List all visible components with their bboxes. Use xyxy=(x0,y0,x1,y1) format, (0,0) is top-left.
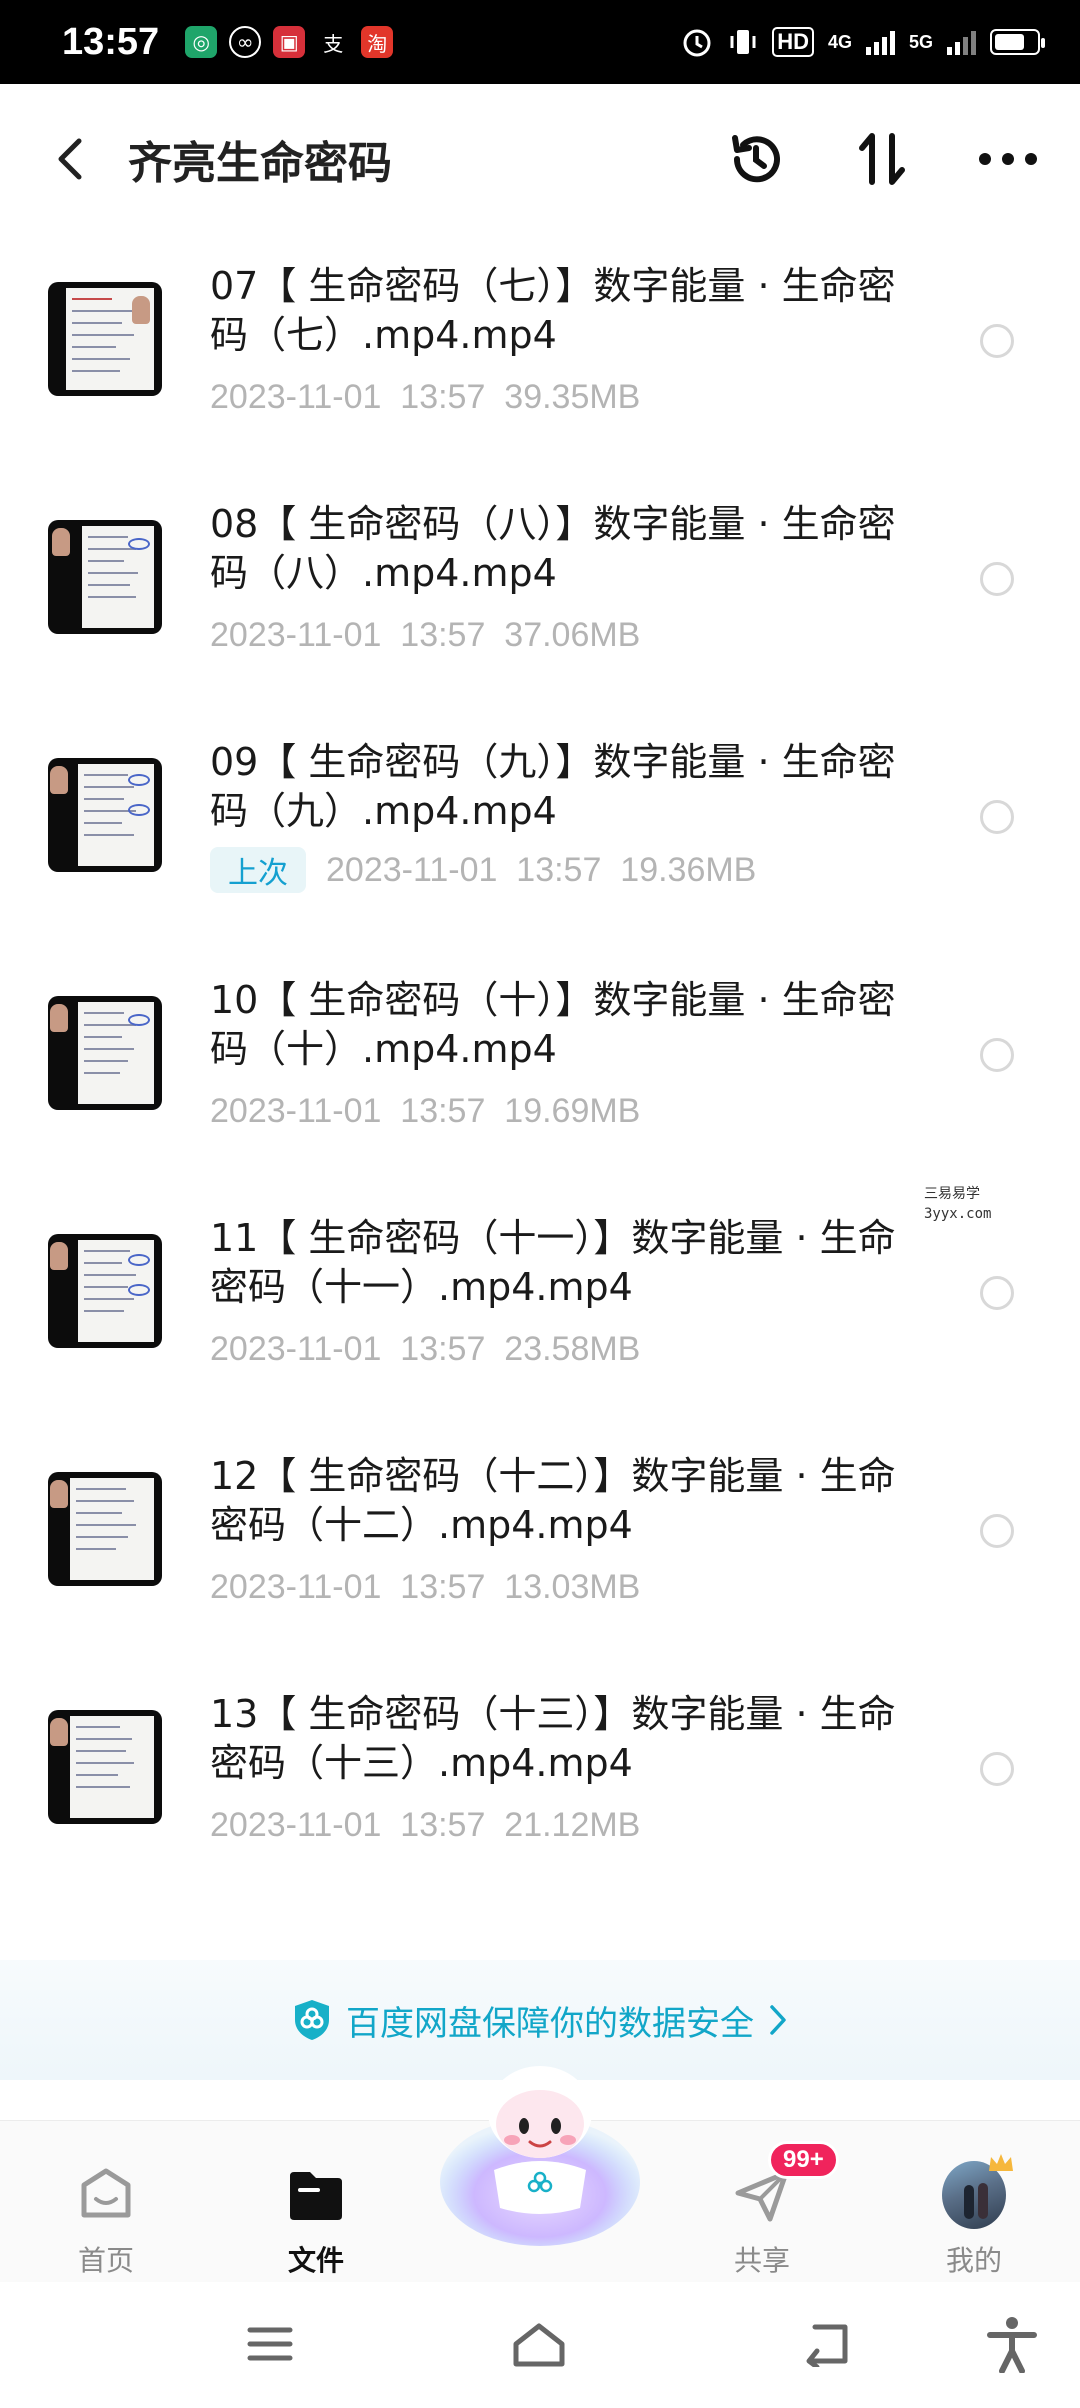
file-row[interactable]: 12【 生命密码（十二）】数字能量 · 生命密码（十二）.mp4.mp4 202… xyxy=(0,1424,1080,1662)
select-checkbox[interactable] xyxy=(980,562,1014,596)
file-meta: 2023-11-01 13:57 23.58MB xyxy=(210,1330,640,1369)
file-meta: 2023-11-01 13:57 39.35MB xyxy=(210,378,640,417)
select-checkbox[interactable] xyxy=(980,1514,1014,1548)
watermark: 三易易学 3yyx.com xyxy=(918,1180,998,1228)
back-nav-icon[interactable] xyxy=(790,2308,862,2380)
menu-icon[interactable] xyxy=(234,2308,306,2380)
video-thumbnail xyxy=(48,1234,162,1348)
more-icon[interactable] xyxy=(976,127,1040,191)
signal-4g-icon xyxy=(865,29,895,55)
file-row[interactable]: 09【 生命密码（九）】数字能量 · 生命密码（九）.mp4.mp4 上次 20… xyxy=(0,710,1080,948)
ai-assistant-mascot-button[interactable] xyxy=(430,2052,650,2252)
sort-icon[interactable] xyxy=(850,127,914,191)
battery-icon xyxy=(990,29,1045,55)
header: 齐亮生命密码 xyxy=(0,84,1080,234)
file-row[interactable]: 10【 生命密码（十）】数字能量 · 生命密码（十）.mp4.mp4 2023-… xyxy=(0,948,1080,1186)
file-meta: 2023-11-01 13:57 19.69MB xyxy=(210,1092,640,1131)
file-size: 19.36MB xyxy=(620,850,757,889)
app-red-icon: ▣ xyxy=(273,26,306,58)
status-time: 13:57 xyxy=(62,20,160,63)
file-date: 2023-11-01 13:57 xyxy=(210,1806,486,1844)
file-name: 12【 生命密码（十二）】数字能量 · 生命密码（十二）.mp4.mp4 xyxy=(210,1454,896,1547)
file-name: 09【 生命密码（九）】数字能量 · 生命密码（九）.mp4.mp4 xyxy=(210,740,896,833)
vibrate-icon xyxy=(730,30,756,54)
select-checkbox[interactable] xyxy=(980,324,1014,358)
file-date: 2023-11-01 13:57 xyxy=(210,378,486,416)
file-meta: 2023-11-01 13:57 21.12MB xyxy=(210,1806,640,1845)
video-thumbnail xyxy=(48,758,162,872)
back-icon[interactable] xyxy=(52,138,88,180)
status-bar: 13:57 ◎ ∞ ▣ 支 淘 HD 4G 5G xyxy=(0,0,1080,84)
tab-share-label: 共享 xyxy=(733,2244,790,2277)
file-name: 13【 生命密码（十三）】数字能量 · 生命密码（十三）.mp4.mp4 xyxy=(210,1692,896,1785)
video-thumbnail xyxy=(48,996,162,1110)
security-text: 百度网盘保障你的数据安全 xyxy=(346,2003,754,2044)
paper-plane-icon: 99+ xyxy=(730,2141,839,2227)
file-name: 10【 生命密码（十）】数字能量 · 生命密码（十）.mp4.mp4 xyxy=(210,978,896,1071)
signal-5g-icon xyxy=(947,29,976,55)
file-list: 07【 生命密码（七）】数字能量 · 生命密码（七）.mp4.mp4 2023-… xyxy=(0,234,1080,1900)
app-green-icon: ◎ xyxy=(185,26,218,58)
taobao-icon: 淘 xyxy=(361,26,394,58)
select-checkbox[interactable] xyxy=(980,800,1014,834)
shield-icon xyxy=(295,2000,329,2040)
video-thumbnail xyxy=(48,1472,162,1586)
file-row[interactable]: 13【 生命密码（十三）】数字能量 · 生命密码（十三）.mp4.mp4 202… xyxy=(0,1662,1080,1900)
file-size: 21.12MB xyxy=(504,1806,641,1844)
system-navigation-bar xyxy=(0,2282,1080,2408)
alipay-icon: 支 xyxy=(317,26,350,58)
file-row[interactable]: 07【 生命密码（七）】数字能量 · 生命密码（七）.mp4.mp4 2023-… xyxy=(0,234,1080,472)
file-meta: 2023-11-01 13:57 13.03MB xyxy=(210,1568,640,1607)
history-icon[interactable] xyxy=(724,127,788,191)
tab-home[interactable]: 首页 xyxy=(26,2121,186,2283)
4g-label: 4G xyxy=(827,31,852,52)
select-checkbox[interactable] xyxy=(980,1752,1014,1786)
file-meta: 上次 2023-11-01 13:57 19.36MB xyxy=(210,847,756,893)
select-checkbox[interactable] xyxy=(980,1038,1014,1072)
file-name: 11【 生命密码（十一）】数字能量 · 生命密码（十一）.mp4.mp4 xyxy=(210,1216,896,1309)
file-size: 19.69MB xyxy=(504,1092,641,1130)
5g-label: 5G xyxy=(908,31,933,52)
video-thumbnail xyxy=(48,1710,162,1824)
home-face-icon xyxy=(74,2163,138,2227)
tab-files-label: 文件 xyxy=(287,2244,344,2277)
file-date: 2023-11-01 13:57 xyxy=(210,1330,486,1368)
avatar xyxy=(942,2154,1013,2229)
watermark-line2: 3yyx.com xyxy=(924,1206,992,1222)
chevron-right-icon xyxy=(770,2005,786,2035)
status-app-icons: ◎ ∞ ▣ 支 淘 xyxy=(185,26,394,58)
file-date: 2023-11-01 13:57 xyxy=(210,1568,486,1606)
tab-me[interactable]: 我的 xyxy=(894,2121,1054,2283)
page-title: 齐亮生命密码 xyxy=(128,138,392,189)
tab-me-label: 我的 xyxy=(945,2244,1002,2277)
file-size: 39.35MB xyxy=(504,378,641,416)
file-row[interactable]: 08【 生命密码（八）】数字能量 · 生命密码（八）.mp4.mp4 2023-… xyxy=(0,472,1080,710)
file-meta: 2023-11-01 13:57 37.06MB xyxy=(210,616,640,655)
file-date: 2023-11-01 13:57 xyxy=(326,850,602,889)
last-played-badge: 上次 xyxy=(210,847,306,893)
tab-home-label: 首页 xyxy=(77,2244,134,2277)
video-thumbnail xyxy=(48,282,162,396)
watermark-line1: 三易易学 xyxy=(924,1186,980,1202)
file-size: 37.06MB xyxy=(504,616,641,654)
file-date: 2023-11-01 13:57 xyxy=(210,616,486,654)
accessibility-icon[interactable] xyxy=(976,2308,1048,2380)
crown-icon xyxy=(989,2154,1013,2171)
file-date: 2023-11-01 13:57 xyxy=(210,1092,486,1130)
alarm-icon xyxy=(683,29,711,57)
file-size: 13.03MB xyxy=(504,1568,641,1606)
tab-share[interactable]: 99+ 共享 xyxy=(682,2121,842,2283)
share-count-badge: 99+ xyxy=(768,2141,839,2179)
hd-label: HD xyxy=(772,27,814,57)
app-swirl-icon: ∞ xyxy=(229,26,262,58)
file-name: 07【 生命密码（七）】数字能量 · 生命密码（七）.mp4.mp4 xyxy=(210,264,896,357)
select-checkbox[interactable] xyxy=(980,1276,1014,1310)
file-name: 08【 生命密码（八）】数字能量 · 生命密码（八）.mp4.mp4 xyxy=(210,502,896,595)
folder-icon xyxy=(284,2163,348,2227)
file-size: 23.58MB xyxy=(504,1330,641,1368)
tab-files[interactable]: 文件 xyxy=(236,2121,396,2283)
status-indicators: HD 4G 5G xyxy=(680,25,1045,59)
home-icon[interactable] xyxy=(503,2308,575,2380)
video-thumbnail xyxy=(48,520,162,634)
